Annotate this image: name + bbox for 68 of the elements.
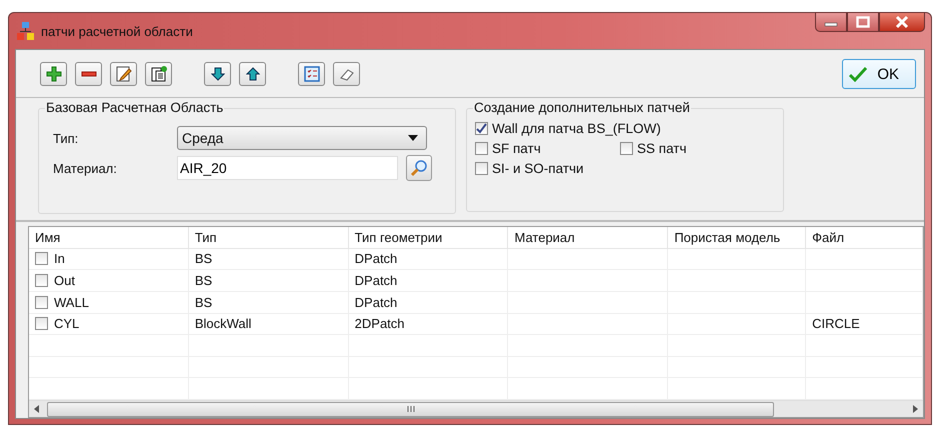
pencil-icon bbox=[116, 66, 132, 82]
option-label: Wall для патча BS_(FLOW) bbox=[492, 121, 661, 136]
column-header[interactable]: Файл bbox=[806, 227, 923, 248]
scroll-left-icon[interactable] bbox=[33, 405, 41, 414]
table-cell: Out bbox=[54, 273, 75, 288]
column-header[interactable]: Тип bbox=[188, 227, 349, 248]
type-label: Тип: bbox=[52, 130, 80, 146]
minimize-button[interactable] bbox=[815, 12, 847, 32]
column-header[interactable]: Пористая модель bbox=[668, 227, 806, 248]
material-field[interactable]: AIR_20 bbox=[177, 156, 398, 180]
checkbox[interactable] bbox=[475, 162, 488, 175]
material-label: Материал: bbox=[52, 160, 118, 176]
row-checkbox[interactable] bbox=[35, 296, 48, 309]
window-title: патчи расчетной области bbox=[41, 24, 193, 38]
table-cell: CIRCLE bbox=[812, 316, 860, 332]
remove-button[interactable] bbox=[75, 62, 102, 86]
down-arrow-icon bbox=[210, 67, 224, 81]
eraser-button[interactable] bbox=[333, 62, 360, 86]
maximize-icon bbox=[856, 16, 870, 28]
down-button[interactable] bbox=[204, 62, 231, 86]
column-header[interactable]: Имя bbox=[29, 227, 189, 248]
maximize-button[interactable] bbox=[847, 12, 879, 32]
option-label: SS патч bbox=[637, 141, 686, 156]
group-title: Базовая Расчетная Область bbox=[45, 100, 224, 115]
checkbox[interactable] bbox=[475, 122, 488, 135]
table-cell: 2DPatch bbox=[354, 316, 405, 332]
up-button[interactable] bbox=[239, 62, 266, 86]
close-icon bbox=[894, 15, 910, 29]
check-icon bbox=[849, 66, 868, 82]
table-cell: DPatch bbox=[354, 273, 398, 288]
horizontal-scrollbar[interactable] bbox=[29, 400, 923, 417]
row-checkbox[interactable] bbox=[35, 252, 48, 266]
eraser-icon bbox=[338, 67, 354, 81]
table-cell: BlockWall bbox=[194, 316, 252, 332]
table-cell: WALL bbox=[54, 294, 89, 310]
table-cell: BS bbox=[194, 251, 212, 266]
table-cell: CYL bbox=[54, 316, 80, 332]
search-button[interactable] bbox=[406, 155, 432, 181]
checklist-button[interactable] bbox=[298, 62, 325, 86]
table-cell: In bbox=[54, 251, 65, 266]
edit-button[interactable] bbox=[110, 62, 137, 86]
column-header[interactable]: Тип геометрии bbox=[348, 227, 508, 248]
checklist-icon bbox=[304, 66, 320, 82]
table-cell: BS bbox=[194, 294, 212, 310]
close-button[interactable] bbox=[879, 12, 925, 32]
table-cell: DPatch bbox=[354, 251, 398, 266]
option-label: SI- и SO-патчи bbox=[492, 161, 584, 176]
paste-button[interactable] bbox=[145, 62, 172, 86]
caret-icon bbox=[408, 135, 418, 141]
option-label: SF патч bbox=[492, 141, 541, 156]
documents-icon bbox=[150, 66, 166, 82]
row-checkbox[interactable] bbox=[35, 274, 48, 288]
column-header[interactable]: Материал bbox=[508, 227, 668, 248]
add-button[interactable] bbox=[40, 62, 67, 86]
checkbox[interactable] bbox=[475, 142, 488, 155]
plus-icon bbox=[46, 66, 62, 82]
table-cell: BS bbox=[194, 273, 212, 288]
table-cell: DPatch bbox=[354, 294, 398, 310]
search-icon bbox=[410, 159, 428, 177]
checkbox[interactable] bbox=[620, 142, 633, 155]
grip-icon bbox=[406, 405, 414, 414]
scroll-right-icon[interactable] bbox=[911, 405, 919, 414]
app-icon bbox=[17, 22, 35, 40]
type-dropdown[interactable]: Среда bbox=[177, 126, 427, 150]
ok-button[interactable]: OK bbox=[842, 59, 916, 89]
up-arrow-icon bbox=[246, 67, 260, 81]
row-checkbox[interactable] bbox=[35, 317, 48, 330]
group-title: Создание дополнительных патчей bbox=[473, 100, 691, 115]
